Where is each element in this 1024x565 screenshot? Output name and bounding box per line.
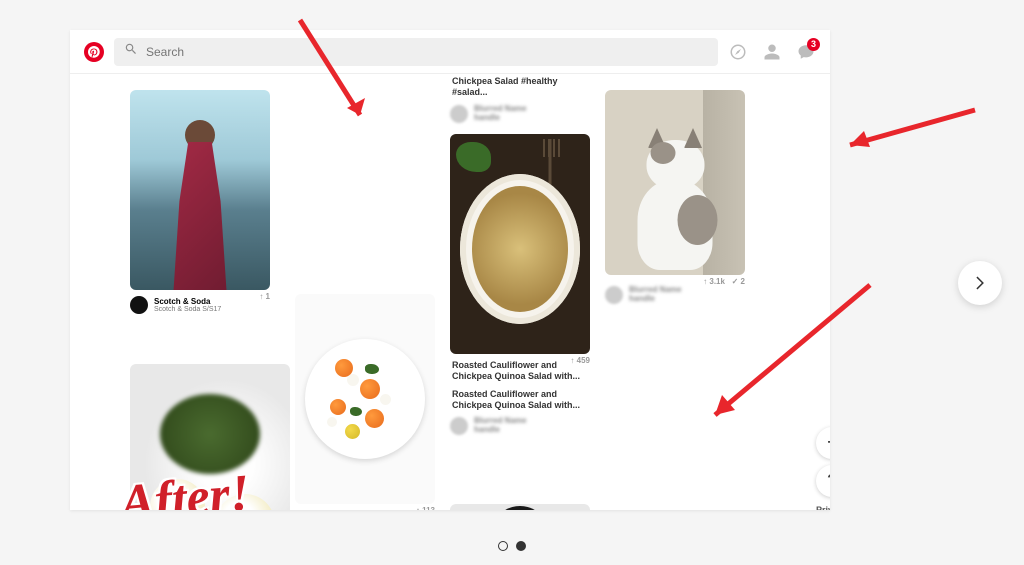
pin-attribution[interactable]: Scotch & Soda Scotch & Soda S/S17 xyxy=(130,296,259,314)
pin-attribution[interactable]: Blurred Namehandle xyxy=(605,286,745,304)
profile-icon[interactable] xyxy=(762,42,782,62)
pin-pasta[interactable]: ↑ 113 Jazz up your pasta with the Pesto … xyxy=(295,294,435,510)
pin-description: Roasted Cauliflower and Chickpea Quinoa … xyxy=(450,383,590,412)
pin-stat: ↑ 1 xyxy=(259,292,270,301)
pin-attribution[interactable]: Blurred Namehandle xyxy=(450,417,590,435)
pin-title: Scotch & Soda xyxy=(154,297,221,306)
pin-salad-after[interactable] xyxy=(130,364,290,510)
pin-chickpea-header[interactable]: Chickpea Salad #healthy #salad... Blurre… xyxy=(450,74,590,123)
pin-fashion[interactable]: ↑ 1 Scotch & Soda Scotch & Soda S/S17 xyxy=(130,90,270,314)
pin-caption: Jazz up your pasta with the Pesto Capres… xyxy=(295,504,435,510)
pin-image[interactable] xyxy=(295,294,435,504)
pin-attribution[interactable]: Blurred Namehandle xyxy=(450,105,590,123)
pin-portrait[interactable] xyxy=(450,504,590,510)
avatar xyxy=(130,296,148,314)
explore-icon[interactable] xyxy=(728,42,748,62)
header-bar: 3 xyxy=(70,30,830,74)
attrib-text: Blurred Namehandle xyxy=(474,105,526,123)
pin-image[interactable] xyxy=(450,504,590,510)
attrib-text: Blurred Namehandle xyxy=(629,286,681,304)
privacy-link[interactable]: Privacy xyxy=(816,505,830,510)
pin-cat[interactable]: ↑ 3.1k ✓ 2 Blurred Namehandle xyxy=(605,90,745,304)
avatar xyxy=(450,417,468,435)
avatar xyxy=(605,286,623,304)
pinterest-screenshot: 3 ↑ 1 Scotch & Soda Scotch & Soda S/S17 xyxy=(70,30,830,510)
pin-feed: ↑ 1 Scotch & Soda Scotch & Soda S/S17 Af… xyxy=(70,74,830,510)
pin-cauliflower[interactable]: ↑ 459 Roasted Cauliflower and Chickpea Q… xyxy=(450,134,590,435)
add-button[interactable]: + xyxy=(816,427,830,459)
carousel-dot-1[interactable] xyxy=(498,541,508,551)
pin-caption: Chickpea Salad #healthy #salad... xyxy=(450,74,590,99)
pin-image[interactable] xyxy=(605,90,745,275)
attrib-text: Blurred Namehandle xyxy=(474,417,526,435)
notification-badge: 3 xyxy=(807,38,820,51)
pinterest-logo[interactable] xyxy=(84,42,104,62)
avatar xyxy=(450,105,468,123)
carousel-dot-2[interactable] xyxy=(516,541,526,551)
chevron-right-icon xyxy=(971,274,989,292)
pin-image[interactable] xyxy=(130,364,290,510)
help-button[interactable]: ? xyxy=(816,465,830,497)
chat-icon[interactable]: 3 xyxy=(796,42,816,62)
pin-title: Roasted Cauliflower and Chickpea Quinoa … xyxy=(450,354,590,383)
pin-image[interactable] xyxy=(450,134,590,354)
floating-buttons: + ? Privacy xyxy=(816,427,830,510)
carousel-next-button[interactable] xyxy=(958,261,1002,305)
search-bar[interactable] xyxy=(114,38,718,66)
annotation-arrow-2 xyxy=(840,105,980,170)
pin-subtitle: Scotch & Soda S/S17 xyxy=(154,306,221,313)
carousel-dots xyxy=(498,541,526,551)
pin-stat: ↑ 113 xyxy=(416,506,435,510)
pin-stat: ↑ 3.1k ✓ 2 xyxy=(703,277,745,286)
search-input[interactable] xyxy=(146,45,708,59)
header-icons: 3 xyxy=(728,42,816,62)
search-icon xyxy=(124,42,138,61)
pin-image[interactable] xyxy=(130,90,270,290)
pin-stat: ↑ 459 xyxy=(570,356,590,365)
